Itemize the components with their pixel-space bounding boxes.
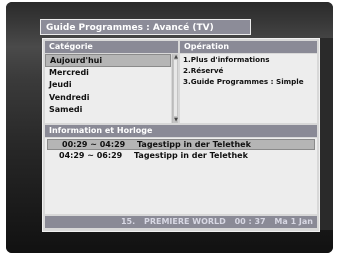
operation-item-more-info[interactable]: 1.Plus d'informations bbox=[180, 54, 317, 65]
epg-panel: Catégorie Opération Aujourd'hui Mercredi… bbox=[42, 38, 320, 232]
program-list: 00:29 ~ 04:29 Tagestipp in der Telethek 0… bbox=[45, 138, 317, 214]
program-time: 00:29 ~ 04:29 bbox=[62, 140, 126, 149]
program-row[interactable]: 00:29 ~ 04:29 Tagestipp in der Telethek bbox=[47, 139, 315, 150]
category-list: Aujourd'hui Mercredi Jeudi Vendredi Same… bbox=[45, 54, 171, 123]
operation-header: Opération bbox=[180, 41, 317, 53]
video-edge bbox=[320, 38, 333, 230]
category-header: Catégorie bbox=[45, 41, 178, 53]
operation-item-reserve[interactable]: 2.Réservé bbox=[180, 65, 317, 76]
category-item-thursday[interactable]: Jeudi bbox=[45, 79, 171, 92]
category-item-wednesday[interactable]: Mercredi bbox=[45, 67, 171, 80]
channel-number: 15. bbox=[120, 217, 136, 226]
channel-name: PREMIERE WORLD bbox=[143, 217, 226, 226]
status-bar: 15. PREMIERE WORLD 00 : 37 Ma 1 Jan bbox=[45, 216, 317, 228]
operation-item-simple-guide[interactable]: 3.Guide Programmes : Simple bbox=[180, 76, 317, 87]
program-title: Tagestipp in der Telethek bbox=[137, 140, 251, 149]
clock-time: 00 : 37 bbox=[234, 217, 266, 226]
program-row[interactable]: 04:29 ~ 06:29 Tagestipp in der Telethek bbox=[45, 150, 317, 161]
clock-date: Ma 1 Jan bbox=[274, 217, 313, 226]
operation-list: 1.Plus d'informations 2.Réservé 3.Guide … bbox=[180, 54, 317, 123]
category-item-today[interactable]: Aujourd'hui bbox=[45, 54, 171, 67]
program-time: 04:29 ~ 06:29 bbox=[59, 151, 123, 160]
program-title: Tagestipp in der Telethek bbox=[134, 151, 248, 160]
scroll-thumb[interactable] bbox=[174, 60, 177, 116]
window-title: Guide Programmes : Avancé (TV) bbox=[40, 19, 251, 35]
tv-screen: Guide Programmes : Avancé (TV) Catégorie… bbox=[6, 2, 333, 253]
info-header: Information et Horloge bbox=[45, 125, 317, 137]
category-item-friday[interactable]: Vendredi bbox=[45, 92, 171, 105]
scroll-down-arrow-icon[interactable]: ▼ bbox=[173, 117, 179, 123]
category-scrollbar[interactable]: ▲ ▼ bbox=[172, 54, 178, 123]
category-item-saturday[interactable]: Samedi bbox=[45, 104, 171, 117]
